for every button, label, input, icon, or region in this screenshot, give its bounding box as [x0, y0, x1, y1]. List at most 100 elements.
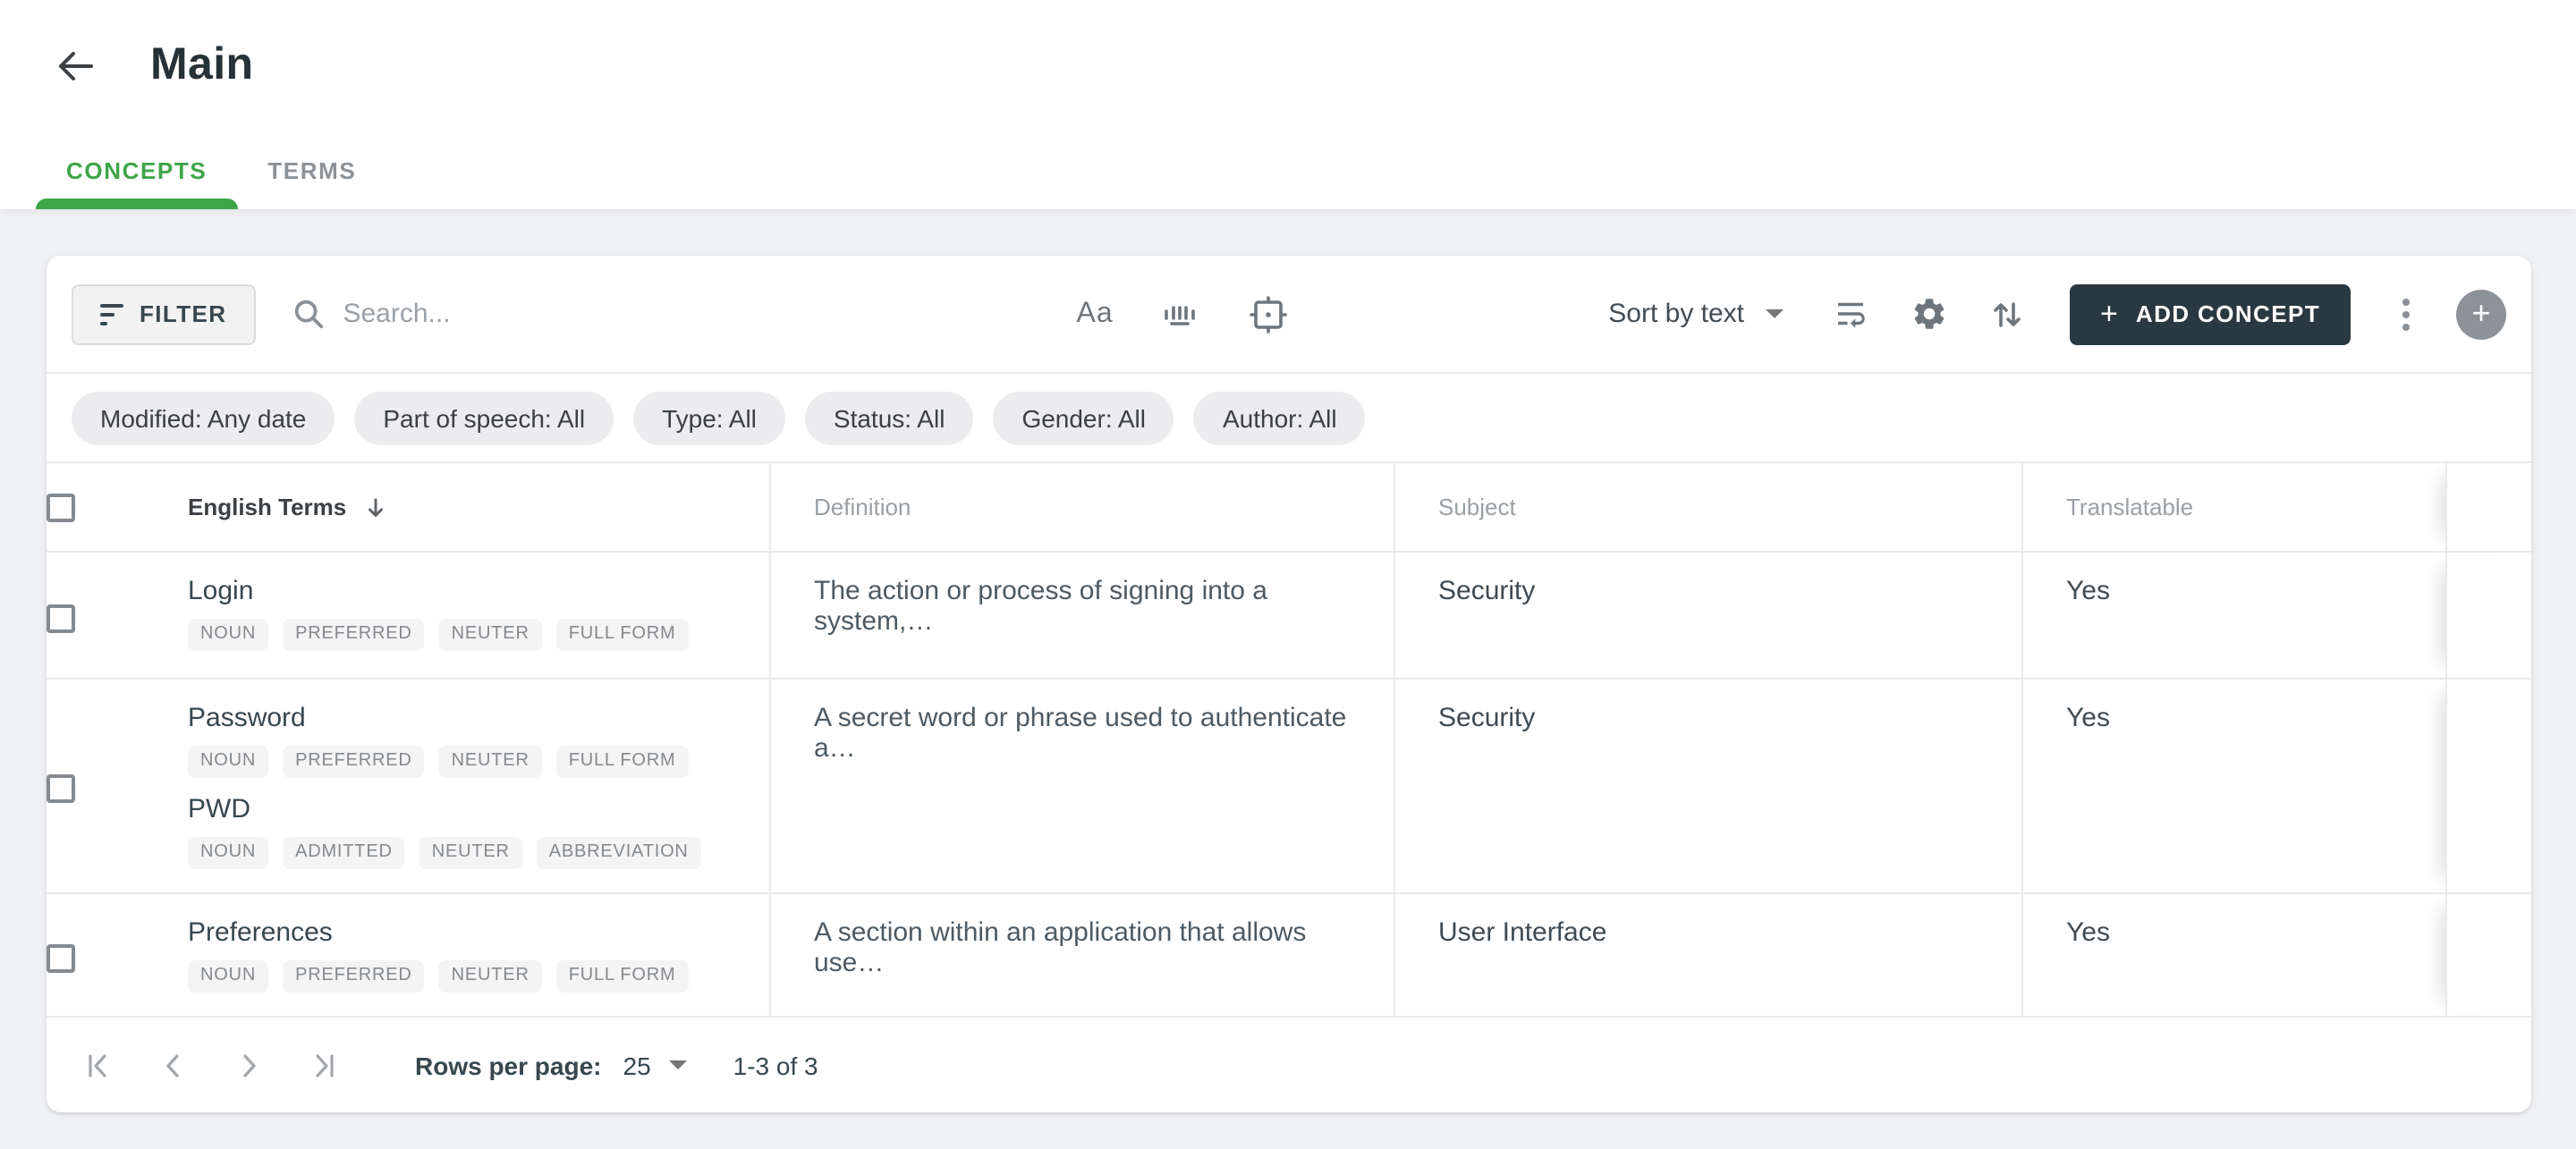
tag-badge: ABBREVIATION	[536, 837, 701, 869]
tag-badge: PREFERRED	[283, 746, 425, 778]
select-all-checkbox[interactable]	[47, 493, 75, 521]
tab-concepts-label: CONCEPTS	[66, 156, 208, 183]
wrap-text-button[interactable]	[1832, 295, 1869, 333]
row-checkbox[interactable]	[47, 604, 75, 632]
row-checkbox-cell	[47, 680, 188, 892]
rows-per-page-value[interactable]: 25	[623, 1051, 651, 1079]
chip-part-of-speech[interactable]: Part of speech: All	[354, 391, 614, 444]
plus-icon: +	[2100, 296, 2118, 330]
active-tab-indicator	[36, 199, 238, 209]
term-text: Preferences	[188, 917, 333, 948]
last-page-button[interactable]	[308, 1049, 340, 1081]
tag-badge: NEUTER	[419, 837, 522, 869]
tag-badge: PREFERRED	[283, 619, 425, 651]
tag-badge: FULL FORM	[555, 619, 689, 651]
translatable-cell: Yes	[2021, 894, 2445, 1016]
more-options-button[interactable]	[2395, 291, 2417, 337]
subject-cell: Security	[1394, 680, 2021, 892]
chip-type[interactable]: Type: All	[633, 391, 785, 444]
content-area: FILTER Aa	[0, 209, 2576, 1112]
header-checkbox-cell	[47, 463, 188, 551]
settings-button[interactable]	[1911, 295, 1948, 333]
definition-cell: A section within an application that all…	[769, 894, 1394, 1016]
tab-concepts[interactable]: CONCEPTS	[36, 131, 238, 209]
tag-badge: FULL FORM	[555, 746, 689, 778]
column-header-definition[interactable]: Definition	[769, 463, 1394, 551]
definition-cell: The action or process of signing into a …	[769, 553, 1394, 678]
translatable-cell: Yes	[2021, 680, 2445, 892]
match-whole-word-button[interactable]	[1162, 294, 1201, 334]
row-checkbox[interactable]	[47, 943, 75, 972]
terms-cell: Login NOUN PREFERRED NEUTER FULL FORM	[188, 553, 769, 678]
row-checkbox-cell	[47, 894, 188, 1016]
term-tags: NOUN PREFERRED NEUTER FULL FORM	[188, 619, 741, 651]
next-page-button[interactable]	[233, 1049, 265, 1081]
first-page-icon	[89, 1053, 106, 1077]
table-row[interactable]: Preferences NOUN PREFERRED NEUTER FULL F…	[47, 894, 2531, 1018]
row-checkbox-cell	[47, 553, 188, 678]
chevron-right-icon	[243, 1053, 256, 1077]
sort-descending-icon	[368, 497, 383, 516]
table-row[interactable]: Password NOUN PREFERRED NEUTER FULL FORM…	[47, 680, 2531, 894]
wrap-text-icon	[1838, 302, 1865, 328]
subject-cell: User Interface	[1394, 894, 2021, 1016]
sort-by-dropdown[interactable]: Sort by text	[1608, 299, 1784, 329]
term-tags: NOUN PREFERRED NEUTER FULL FORM	[188, 960, 741, 993]
chip-modified[interactable]: Modified: Any date	[72, 391, 335, 444]
column-header-terms[interactable]: English Terms	[188, 463, 769, 551]
add-concept-button[interactable]: + ADD CONCEPT	[2070, 283, 2351, 344]
search-options: Aa	[1076, 294, 1288, 334]
kebab-dot	[2402, 298, 2410, 305]
kebab-dot	[2402, 323, 2410, 330]
tag-badge: NEUTER	[438, 746, 542, 778]
match-case-button[interactable]: Aa	[1076, 298, 1113, 330]
sort-by-label: Sort by text	[1608, 299, 1745, 329]
match-case-icon: Aa	[1076, 298, 1114, 328]
term-text: Password	[188, 703, 306, 733]
column-header-translatable[interactable]: Translatable	[2021, 463, 2445, 551]
chip-author[interactable]: Author: All	[1193, 391, 1366, 444]
column-header-terms-label: English Terms	[188, 494, 347, 520]
filter-button-label: FILTER	[140, 300, 227, 327]
term-text: PWD	[188, 794, 250, 824]
chip-gender[interactable]: Gender: All	[993, 391, 1174, 444]
search-box	[291, 297, 880, 331]
toolbar: FILTER Aa	[47, 256, 2531, 374]
tab-terms[interactable]: TERMS	[237, 131, 386, 209]
back-button[interactable]	[54, 44, 97, 87]
add-concept-label: ADD CONCEPT	[2135, 300, 2320, 327]
target-frame-icon	[1250, 295, 1288, 333]
tag-badge: NEUTER	[438, 619, 542, 651]
page-title: Main	[150, 39, 254, 89]
quick-add-button[interactable]: +	[2456, 289, 2506, 339]
table-footer: Rows per page: 25 1-3 of 3	[47, 1018, 2531, 1112]
filter-button[interactable]: FILTER	[72, 283, 256, 344]
tag-badge: FULL FORM	[555, 960, 689, 993]
pinned-cell	[2445, 894, 2531, 1016]
last-page-icon	[316, 1053, 334, 1077]
search-input[interactable]	[343, 299, 880, 329]
tag-badge: NOUN	[188, 837, 269, 869]
pinned-cell	[2445, 553, 2531, 678]
terms-cell: Preferences NOUN PREFERRED NEUTER FULL F…	[188, 894, 769, 1016]
first-page-button[interactable]	[82, 1049, 114, 1081]
translatable-cell: Yes	[2021, 553, 2445, 678]
gear-icon	[1914, 299, 1945, 329]
table-header-row: English Terms Definition Subject Transla…	[47, 463, 2531, 553]
exact-match-button[interactable]	[1250, 294, 1289, 334]
pinned-cell	[2445, 680, 2531, 892]
term-tags: NOUN PREFERRED NEUTER FULL FORM	[188, 746, 741, 778]
chip-status[interactable]: Status: All	[804, 391, 974, 444]
chevron-left-icon	[166, 1053, 179, 1077]
tag-badge: ADMITTED	[283, 837, 405, 869]
previous-page-button[interactable]	[157, 1049, 190, 1081]
rows-per-page-label: Rows per page:	[415, 1051, 602, 1079]
table-row[interactable]: Login NOUN PREFERRED NEUTER FULL FORM Th…	[47, 553, 2531, 680]
column-header-subject[interactable]: Subject	[1394, 463, 2021, 551]
pagination-controls	[82, 1049, 340, 1081]
page-range-label: 1-3 of 3	[733, 1051, 818, 1079]
chevron-down-icon[interactable]	[668, 1060, 687, 1069]
view-controls	[1832, 295, 2025, 333]
sort-direction-button[interactable]	[1989, 296, 2025, 332]
row-checkbox[interactable]	[47, 774, 75, 803]
